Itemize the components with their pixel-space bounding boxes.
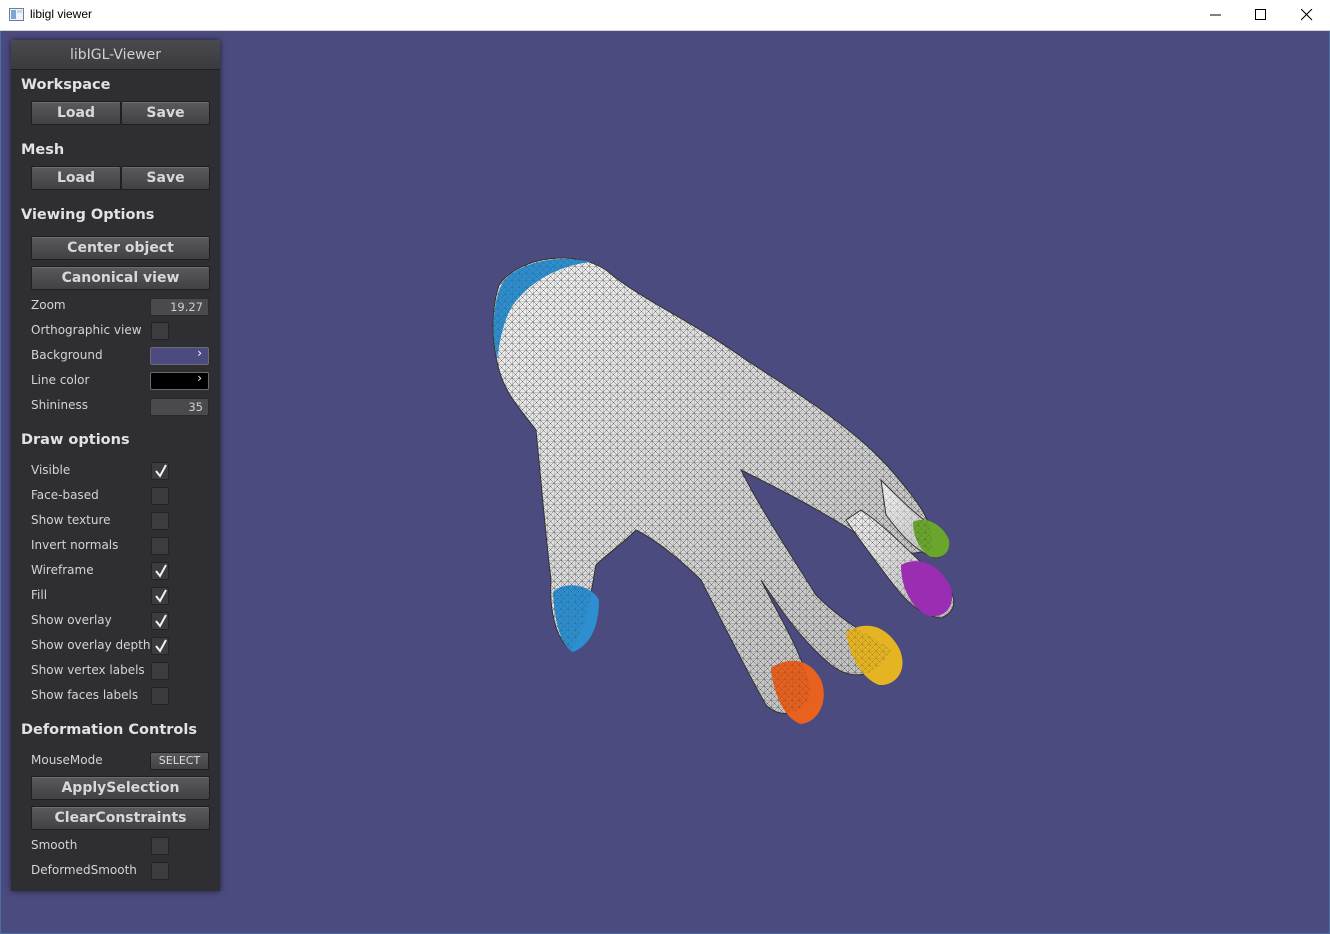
smooth-label: Smooth [31, 838, 78, 852]
face-based-checkbox[interactable] [151, 487, 169, 505]
close-icon [1301, 9, 1313, 21]
window-title: libigl viewer [30, 7, 93, 21]
show-overlay-checkbox[interactable] [151, 612, 169, 630]
apply-selection-button[interactable]: ApplySelection [31, 776, 210, 800]
visible-checkbox[interactable] [151, 462, 169, 480]
deformed-smooth-label: DeformedSmooth [31, 863, 137, 877]
draw-option-label: Invert normals [31, 538, 119, 552]
center-object-button[interactable]: Center object [31, 236, 210, 260]
checkmark-icon [155, 464, 167, 478]
chevron-right-icon: › [197, 346, 202, 360]
invert-normals-checkbox[interactable] [151, 537, 169, 555]
maximize-button[interactable] [1238, 0, 1284, 30]
draw-options-heading: Draw options [21, 432, 130, 448]
fill-checkbox[interactable] [151, 587, 169, 605]
shininess-input[interactable]: 35 [150, 398, 209, 416]
draw-option-label: Show vertex labels [31, 663, 145, 677]
draw-option-label: Show overlay [31, 613, 112, 627]
orthographic-view-label: Orthographic view [31, 323, 142, 337]
zoom-label: Zoom [31, 298, 66, 312]
mousemode-select[interactable]: SELECT [150, 752, 209, 770]
viewer-panel: libIGL-Viewer Workspace Load Save Mesh L… [11, 40, 220, 891]
mesh-save-button[interactable]: Save [121, 166, 210, 190]
orthographic-view-checkbox[interactable] [151, 322, 169, 340]
canonical-view-button[interactable]: Canonical view [31, 266, 210, 290]
show-faces-labels-checkbox[interactable] [151, 687, 169, 705]
app-icon [9, 8, 24, 21]
checkmark-icon [155, 564, 167, 578]
window-titlebar: libigl viewer [0, 0, 1330, 31]
viewing-options-heading: Viewing Options [21, 207, 155, 223]
chevron-right-icon: › [197, 371, 202, 385]
deformed-smooth-checkbox[interactable] [151, 862, 169, 880]
draw-option-label: Fill [31, 588, 48, 602]
draw-option-label: Show faces labels [31, 688, 139, 702]
workspace-save-button[interactable]: Save [121, 101, 210, 125]
draw-option-label: Face-based [31, 488, 99, 502]
draw-option-label: Show texture [31, 513, 111, 527]
background-color-picker[interactable]: › [150, 346, 209, 365]
background-label: Background [31, 348, 103, 362]
show-texture-checkbox[interactable] [151, 512, 169, 530]
checkmark-icon [155, 639, 167, 653]
mousemode-label: MouseMode [31, 753, 103, 767]
zoom-input[interactable]: 19.27 [150, 298, 209, 316]
wireframe-checkbox[interactable] [151, 562, 169, 580]
line-color-label: Line color [31, 373, 90, 387]
smooth-checkbox[interactable] [151, 837, 169, 855]
line-color-picker[interactable]: › [150, 371, 209, 390]
minimize-icon [1210, 14, 1221, 16]
close-button[interactable] [1284, 0, 1330, 30]
deformation-controls-heading: Deformation Controls [21, 722, 197, 738]
maximize-icon [1255, 9, 1266, 20]
draw-option-label: Wireframe [31, 563, 94, 577]
mesh-heading: Mesh [21, 142, 65, 158]
checkmark-icon [155, 589, 167, 603]
draw-option-label: Show overlay depth [31, 638, 151, 652]
workspace-heading: Workspace [21, 77, 111, 93]
clear-constraints-button[interactable]: ClearConstraints [31, 806, 210, 830]
panel-header[interactable]: libIGL-Viewer [11, 40, 220, 70]
show-overlay-depth-checkbox[interactable] [151, 637, 169, 655]
ring-tip-constraint [901, 561, 953, 617]
draw-option-label: Visible [31, 463, 71, 477]
shininess-label: Shininess [31, 398, 88, 412]
workspace-load-button[interactable]: Load [31, 101, 121, 125]
mesh-load-button[interactable]: Load [31, 166, 121, 190]
minimize-button[interactable] [1193, 0, 1239, 30]
show-vertex-labels-checkbox[interactable] [151, 662, 169, 680]
checkmark-icon [155, 614, 167, 628]
